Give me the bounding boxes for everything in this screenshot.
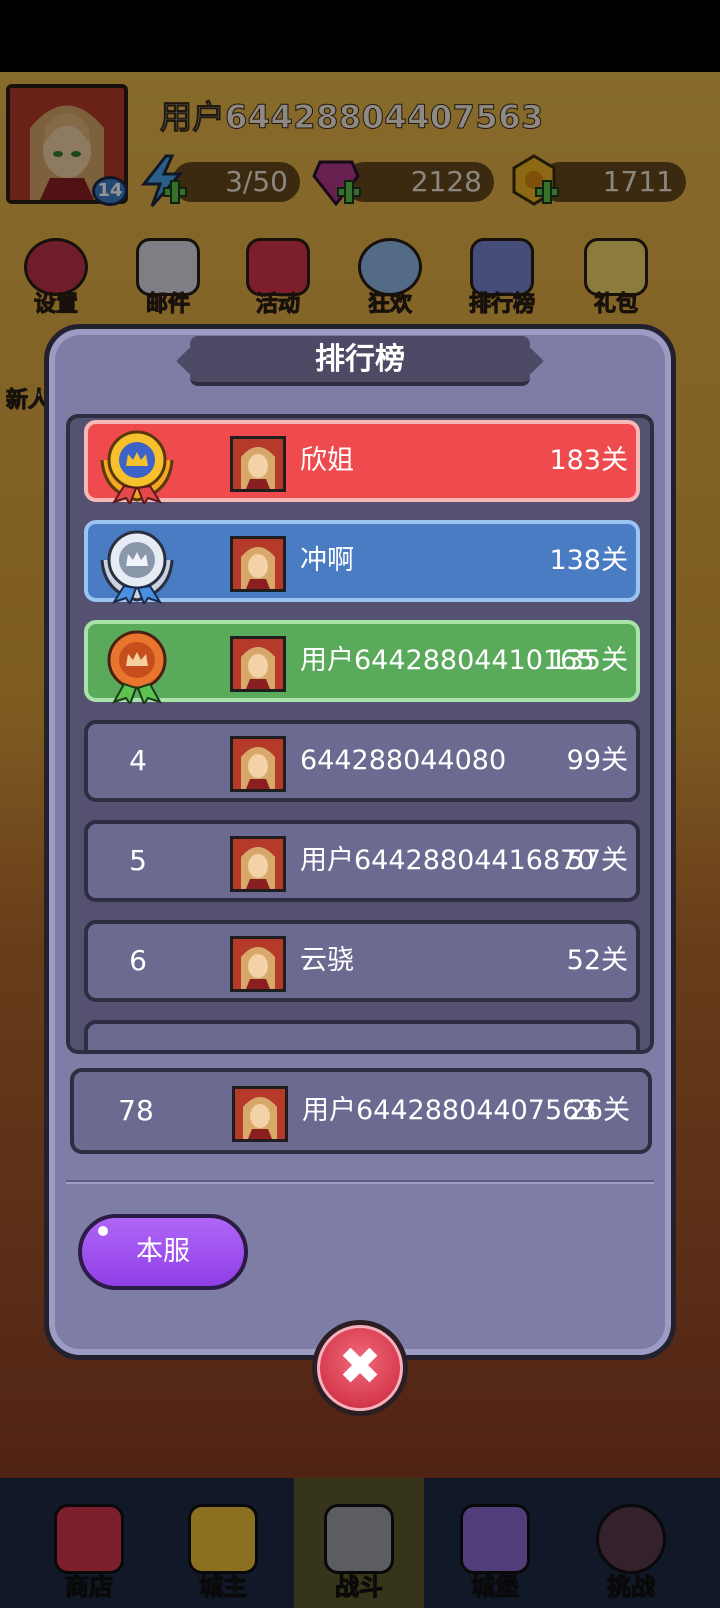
leaderboard-row-3: 用户64428804410165 135关 (84, 620, 640, 704)
leaderboard-row-partial (84, 1020, 640, 1050)
this-server-button[interactable]: 本服 (78, 1214, 248, 1290)
leaderboard-row-5: 5 用户64428804416870 57关 (84, 820, 640, 902)
player-score-6: 52关 (566, 945, 628, 976)
hero-portrait-icon (235, 1089, 285, 1139)
leaderboard-row-1: 欣姐 183关 (84, 420, 640, 504)
my-rank-row: 78 用户64428804407563 26关 (70, 1068, 652, 1154)
hero-portrait-icon (233, 839, 283, 889)
my-avatar (232, 1086, 288, 1142)
player-score-2: 138关 (549, 545, 628, 576)
modal-title: 排行榜 (190, 336, 530, 386)
player-avatar-1 (230, 436, 286, 492)
player-score-4: 99关 (566, 745, 628, 776)
hero-portrait-icon (233, 939, 283, 989)
rank-number-5: 5 (129, 844, 147, 877)
player-name-4: 644288044080 (300, 745, 507, 776)
modal-divider (66, 1180, 654, 1184)
leaderboard-list[interactable]: 欣姐 183关 冲啊 138关 用户64428804410165 135关 4 … (66, 414, 654, 1054)
player-score-3: 135关 (549, 645, 628, 676)
close-icon: ✖ (317, 1325, 403, 1411)
player-avatar-2 (230, 536, 286, 592)
leaderboard-row-2: 冲啊 138关 (84, 520, 640, 604)
player-score-5: 57关 (566, 845, 628, 876)
close-button[interactable]: ✖ (312, 1320, 408, 1416)
player-avatar-3 (230, 636, 286, 692)
hero-portrait-icon (233, 439, 283, 489)
player-name-5: 用户64428804416870 (300, 845, 595, 876)
silver-medal-icon (100, 530, 174, 604)
my-name: 用户64428804407563 (302, 1095, 597, 1126)
player-name-1: 欣姐 (300, 445, 354, 476)
this-server-label: 本服 (136, 1236, 190, 1267)
my-rank-number: 78 (118, 1094, 154, 1127)
gold-medal-icon (100, 430, 174, 504)
leaderboard-row-6: 6 云骁 52关 (84, 920, 640, 1002)
hero-portrait-icon (233, 639, 283, 689)
player-avatar-5 (230, 836, 286, 892)
player-avatar-4 (230, 736, 286, 792)
status-bar (0, 0, 720, 72)
my-score: 26关 (568, 1095, 630, 1126)
rank-number-4: 4 (129, 744, 147, 777)
player-score-1: 183关 (549, 445, 628, 476)
hero-portrait-icon (233, 739, 283, 789)
player-avatar-6 (230, 936, 286, 992)
hero-portrait-icon (233, 539, 283, 589)
rank-number-6: 6 (129, 944, 147, 977)
bronze-medal-icon (107, 630, 167, 704)
leaderboard-row-4: 4 644288044080 99关 (84, 720, 640, 802)
button-shine (98, 1226, 108, 1236)
player-name-6: 云骁 (300, 945, 354, 976)
player-name-2: 冲啊 (300, 545, 354, 576)
